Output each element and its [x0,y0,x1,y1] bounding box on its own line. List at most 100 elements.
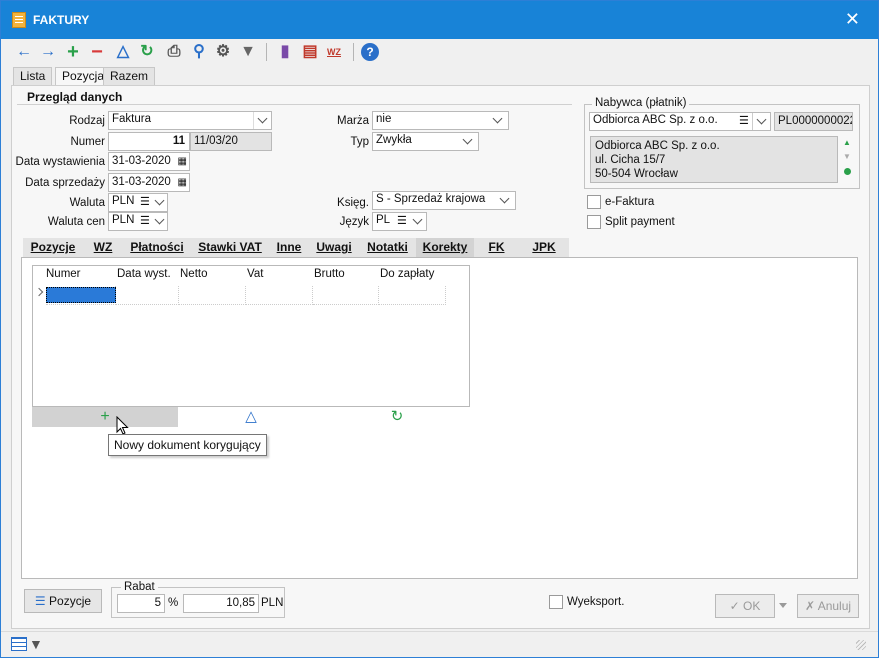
column-header-do-zaplaty[interactable]: Do zapłaty [380,268,434,280]
marza-value: nie [376,113,392,125]
rabat-percent-field[interactable]: 5 [117,594,165,613]
chevron-down-icon[interactable] [499,193,510,204]
chevron-down-icon[interactable] [462,134,473,145]
grid-cell[interactable] [246,286,313,305]
data-wystawienia-label: Data wystawienia [15,156,105,168]
column-header-numer[interactable]: Numer [46,268,81,280]
waluta-cen-select[interactable]: PLN ☰ [108,212,168,231]
column-header-data-wyst[interactable]: Data wyst. [117,268,171,280]
list-icon[interactable]: ☰ [739,113,749,130]
grid-cell[interactable] [116,286,179,305]
chevron-down-icon[interactable] [154,214,165,225]
tab-korekty[interactable]: Korekty [416,238,474,257]
add-correction-button[interactable]: + [32,407,178,427]
tab-razem[interactable]: Razem [103,67,156,85]
nabywca-dropdown-button[interactable] [752,113,770,130]
search-icon[interactable]: ⚲ [189,42,209,62]
tab-notatki[interactable]: Notatki [359,238,416,257]
ok-button[interactable]: ✓ OK [715,594,775,618]
numer-field[interactable]: 11 [108,132,190,151]
cancel-button[interactable]: ✗ Anuluj [797,594,859,618]
rodzaj-dropdown-button[interactable] [253,112,271,129]
pozycje-button-label: Pozycje [49,594,92,608]
jezyk-select[interactable]: PL ☰ [372,212,427,231]
chevron-down-icon[interactable] [492,113,503,124]
ok-button-label: OK [743,599,761,613]
waluta-select[interactable]: PLN ☰ [108,193,168,212]
nabywca-select[interactable]: Odbiorca ABC Sp. z o.o. ☰ [589,112,771,131]
chevron-down-icon[interactable] [412,214,423,225]
pozycje-button[interactable]: ☰ Pozycje [24,589,102,613]
export-icon[interactable]: ▮ [275,42,295,62]
tab-jpk[interactable]: JPK [519,238,569,257]
list-icon[interactable]: ☰ [140,213,150,230]
ok-dropdown-arrow-icon[interactable] [779,603,787,608]
calendar-icon[interactable]: ▦ [178,153,187,170]
arrow-right-icon[interactable]: → [38,42,58,62]
tab-fk[interactable]: FK [474,238,519,257]
typ-value: Zwykła [376,134,412,146]
marza-select[interactable]: nie [372,111,509,130]
cross-icon: ✗ [804,599,816,613]
chevron-down-icon[interactable] [154,195,165,206]
korekty-grid[interactable]: Numer Data wyst. Netto Vat Brutto Do zap… [32,265,470,407]
scroll-down-icon[interactable]: ▼ [843,152,851,161]
help-icon[interactable]: ? [361,43,379,61]
filter-icon[interactable]: ▼ [29,636,43,652]
copy-doc-icon[interactable]: ▤ [300,42,320,62]
scroll-up-icon[interactable]: ▲ [843,138,851,147]
tab-pozycje[interactable]: Pozycje [23,238,83,257]
triangle-icon[interactable]: △ [113,42,133,62]
list-icon[interactable]: ☰ [140,194,150,211]
data-wystawienia-value: 31-03-2020 [112,155,171,167]
close-button[interactable]: ✕ [845,9,860,29]
grid-cell[interactable] [313,286,379,305]
rabat-amount-field[interactable]: 10,85 [183,594,259,613]
tab-wz[interactable]: WZ [83,238,123,257]
list-icon[interactable]: ☰ [397,213,407,230]
check-icon: ✓ [729,599,740,613]
filter-icon[interactable]: ▼ [238,42,258,62]
refresh-button[interactable]: ↻ [324,407,470,427]
waluta-cen-label: Waluta cen [47,216,105,228]
minus-icon[interactable]: − [87,42,107,62]
grid-view-icon[interactable] [11,637,27,651]
status-bar: ▼ [1,631,878,657]
column-header-brutto[interactable]: Brutto [314,268,345,280]
arrow-left-icon[interactable]: ← [14,42,34,62]
data-sprzedazy-field[interactable]: 31-03-2020 ▦ [108,173,190,192]
gears-icon[interactable]: ⚙ [213,42,233,62]
grid-cell[interactable] [379,286,446,305]
efaktura-checkbox[interactable] [587,195,601,209]
print-icon[interactable]: ⎙ [164,42,184,62]
plus-icon[interactable]: + [63,42,83,62]
jezyk-label: Język [339,216,369,228]
rodzaj-label: Rodzaj [69,115,105,127]
wz-doc-icon[interactable]: WZ [324,42,344,62]
column-header-vat[interactable]: Vat [247,268,263,280]
rabat-title: Rabat [121,581,158,593]
tab-stawki-vat[interactable]: Stawki VAT [191,238,269,257]
data-wystawienia-field[interactable]: 31-03-2020 ▦ [108,152,190,171]
cancel-button-label: Anuluj [817,599,852,613]
calendar-icon[interactable]: ▦ [178,174,187,191]
column-header-netto[interactable]: Netto [180,268,208,280]
tab-inne[interactable]: Inne [269,238,309,257]
typ-select[interactable]: Zwykła [372,132,479,151]
refresh-icon[interactable]: ↻ [137,42,157,62]
split-payment-checkbox[interactable] [587,215,601,229]
rodzaj-select[interactable]: Faktura [108,111,272,130]
grid-cell[interactable] [179,286,246,305]
tab-platnosci[interactable]: Płatności [123,238,191,257]
marza-label: Marża [337,115,369,127]
wyeksport-checkbox[interactable] [549,595,563,609]
faktury-window: FAKTURY ✕ ← → + − △ ↻ ⎙ ⚲ ⚙ ▼ ▮ ▤ WZ ? L… [0,0,879,658]
selected-cell[interactable] [46,287,116,303]
edit-triangle-button[interactable]: △ [178,407,324,427]
list-icon: ☰ [34,594,46,608]
ksieg-select[interactable]: S - Sprzedaż krajowa [372,191,516,210]
invoice-app-icon [12,12,26,28]
tab-uwagi[interactable]: Uwagi [309,238,359,257]
resize-grip-icon[interactable] [856,640,866,650]
tab-lista[interactable]: Lista [13,67,53,85]
